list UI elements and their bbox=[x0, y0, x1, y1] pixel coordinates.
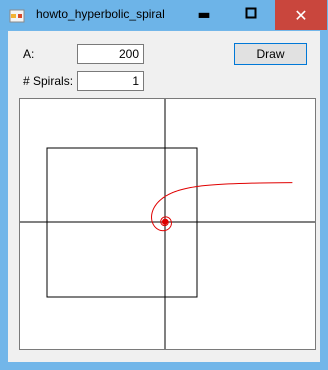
spiral-drawing bbox=[20, 99, 315, 349]
spirals-label: # Spirals: bbox=[23, 74, 74, 88]
window-title: howto_hyperbolic_spiral bbox=[36, 7, 165, 21]
hyperbolic-spiral bbox=[151, 182, 293, 232]
drawing-canvas bbox=[19, 98, 316, 350]
form-client-area: A: 200 # Spirals: 1 Draw bbox=[8, 31, 320, 362]
maximize-icon bbox=[245, 7, 257, 23]
spirals-input[interactable]: 1 bbox=[77, 71, 144, 91]
a-input[interactable]: 200 bbox=[77, 44, 144, 64]
minimize-button[interactable]: ▬ bbox=[181, 0, 227, 30]
draw-button[interactable]: Draw bbox=[234, 43, 307, 65]
app-window: howto_hyperbolic_spiral ▬ ✕ A: 200 # Spi… bbox=[0, 0, 328, 370]
close-icon: ✕ bbox=[294, 5, 308, 25]
maximize-button[interactable] bbox=[228, 0, 274, 30]
app-icon[interactable] bbox=[9, 8, 25, 24]
minimize-icon: ▬ bbox=[197, 7, 211, 23]
title-bar[interactable]: howto_hyperbolic_spiral ▬ ✕ bbox=[0, 0, 328, 30]
close-button[interactable]: ✕ bbox=[275, 0, 327, 30]
a-label: A: bbox=[23, 47, 35, 61]
